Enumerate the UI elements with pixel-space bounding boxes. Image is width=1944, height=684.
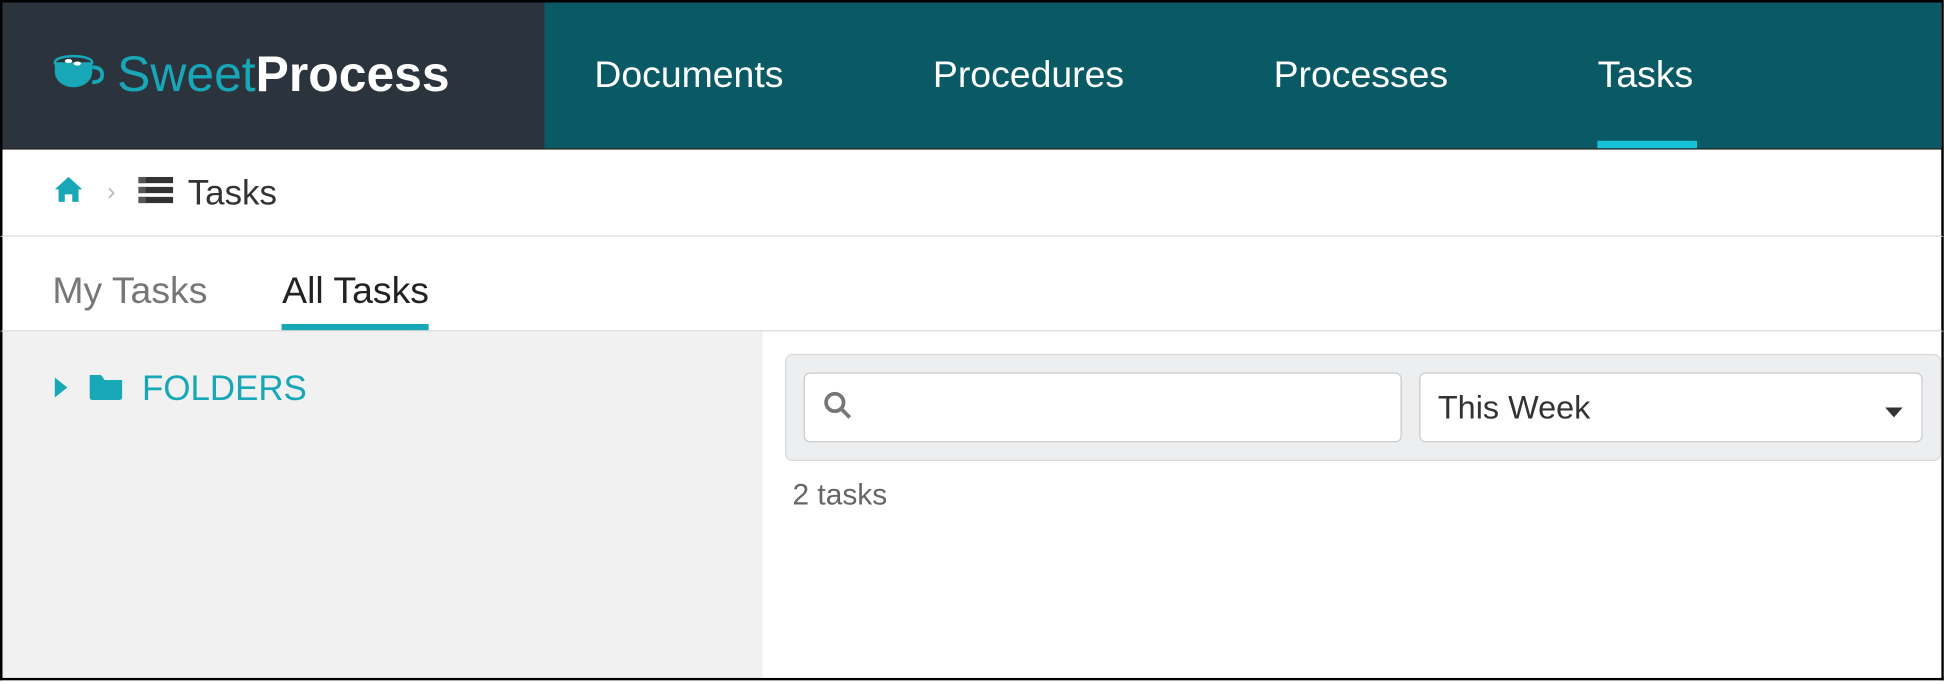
- folders-label: FOLDERS: [142, 369, 307, 409]
- breadcrumb-current: Tasks: [188, 173, 277, 213]
- date-range-value: This Week: [1438, 388, 1590, 427]
- search-input[interactable]: [865, 390, 1383, 425]
- chevron-right-icon: [52, 369, 69, 409]
- sidebar: FOLDERS: [2, 331, 762, 677]
- nav-documents[interactable]: Documents: [594, 2, 783, 148]
- search-icon: [822, 389, 852, 425]
- top-nav: SweetProcess Documents Procedures Proces…: [0, 0, 1944, 150]
- folder-icon: [87, 369, 124, 409]
- home-icon[interactable]: [52, 173, 84, 213]
- brand-logo[interactable]: SweetProcess: [2, 2, 544, 148]
- content-area: This Week 2 tasks: [763, 331, 1942, 677]
- cup-icon: [52, 52, 104, 98]
- nav-links: Documents Procedures Processes Tasks: [545, 2, 1942, 148]
- main-area: FOLDERS This Week: [0, 331, 1944, 680]
- search-input-wrap[interactable]: [804, 373, 1402, 443]
- nav-tasks[interactable]: Tasks: [1598, 2, 1694, 148]
- breadcrumb: › Tasks: [0, 150, 1944, 237]
- brand-text: SweetProcess: [117, 47, 449, 103]
- tasks-list-icon: [138, 173, 173, 213]
- filter-bar: This Week: [785, 354, 1941, 461]
- tab-all-tasks[interactable]: All Tasks: [282, 270, 429, 330]
- tab-my-tasks[interactable]: My Tasks: [52, 270, 207, 330]
- task-count: 2 tasks: [792, 478, 1941, 513]
- brand-sweet: Sweet: [117, 47, 256, 102]
- sub-tabs: My Tasks All Tasks: [0, 237, 1944, 332]
- nav-procedures[interactable]: Procedures: [933, 2, 1124, 148]
- nav-processes[interactable]: Processes: [1274, 2, 1449, 148]
- chevron-right-icon: ›: [107, 178, 115, 207]
- folders-toggle[interactable]: FOLDERS: [52, 369, 712, 409]
- brand-process: Process: [256, 47, 450, 102]
- date-range-select[interactable]: This Week: [1419, 373, 1922, 443]
- chevron-down-icon: [1884, 388, 1904, 427]
